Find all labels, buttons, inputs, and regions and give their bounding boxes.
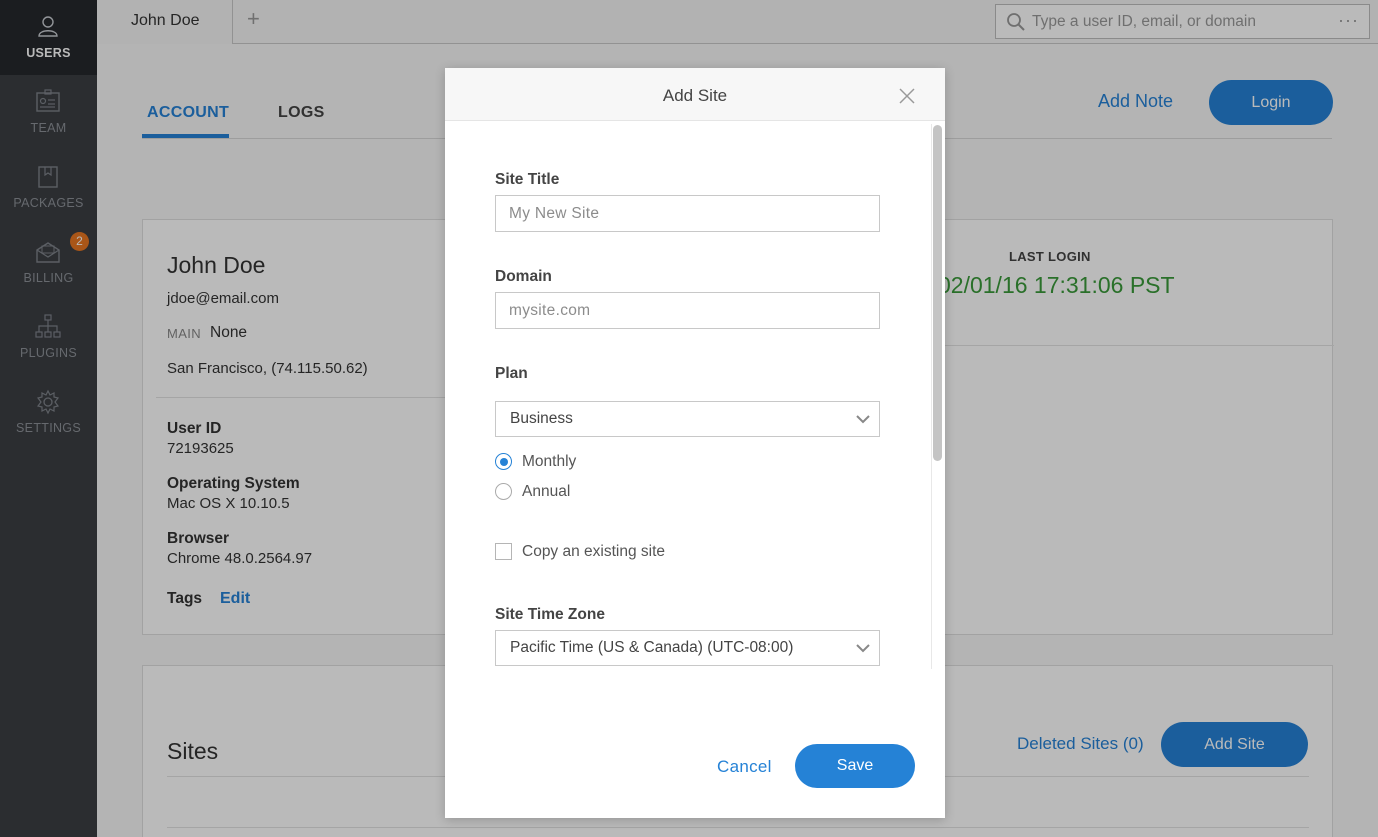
dialog-header: Add Site <box>445 68 945 121</box>
plan-label: Plan <box>495 365 528 382</box>
plan-select[interactable]: Business <box>495 401 880 437</box>
monthly-label: Monthly <box>522 453 577 470</box>
domain-label: Domain <box>495 268 552 285</box>
cancel-button[interactable]: Cancel <box>717 757 772 777</box>
domain-input[interactable] <box>495 292 880 329</box>
scrollbar-track <box>931 124 932 669</box>
dialog-title: Add Site <box>662 86 728 105</box>
scrollbar-thumb[interactable] <box>933 125 942 461</box>
plan-select-value: Business <box>510 410 573 427</box>
annual-radio[interactable] <box>495 483 512 500</box>
chevron-down-icon <box>856 644 870 653</box>
close-icon[interactable] <box>897 86 917 106</box>
chevron-down-icon <box>856 415 870 424</box>
timezone-label: Site Time Zone <box>495 606 605 623</box>
site-title-label: Site Title <box>495 171 560 188</box>
copy-site-label: Copy an existing site <box>522 543 666 560</box>
monthly-radio[interactable] <box>495 453 512 470</box>
copy-site-checkbox[interactable] <box>495 543 512 560</box>
timezone-select[interactable]: Pacific Time (US & Canada) (UTC-08:00) <box>495 630 880 666</box>
dialog-body: Site Title Domain Plan Business Monthly … <box>445 121 945 671</box>
site-title-input[interactable] <box>495 195 880 232</box>
timezone-select-value: Pacific Time (US & Canada) (UTC-08:00) <box>510 639 794 656</box>
add-site-dialog: Add Site Site Title Domain Plan Business… <box>445 68 945 818</box>
annual-label: Annual <box>522 483 571 500</box>
save-button[interactable]: Save <box>795 744 915 788</box>
